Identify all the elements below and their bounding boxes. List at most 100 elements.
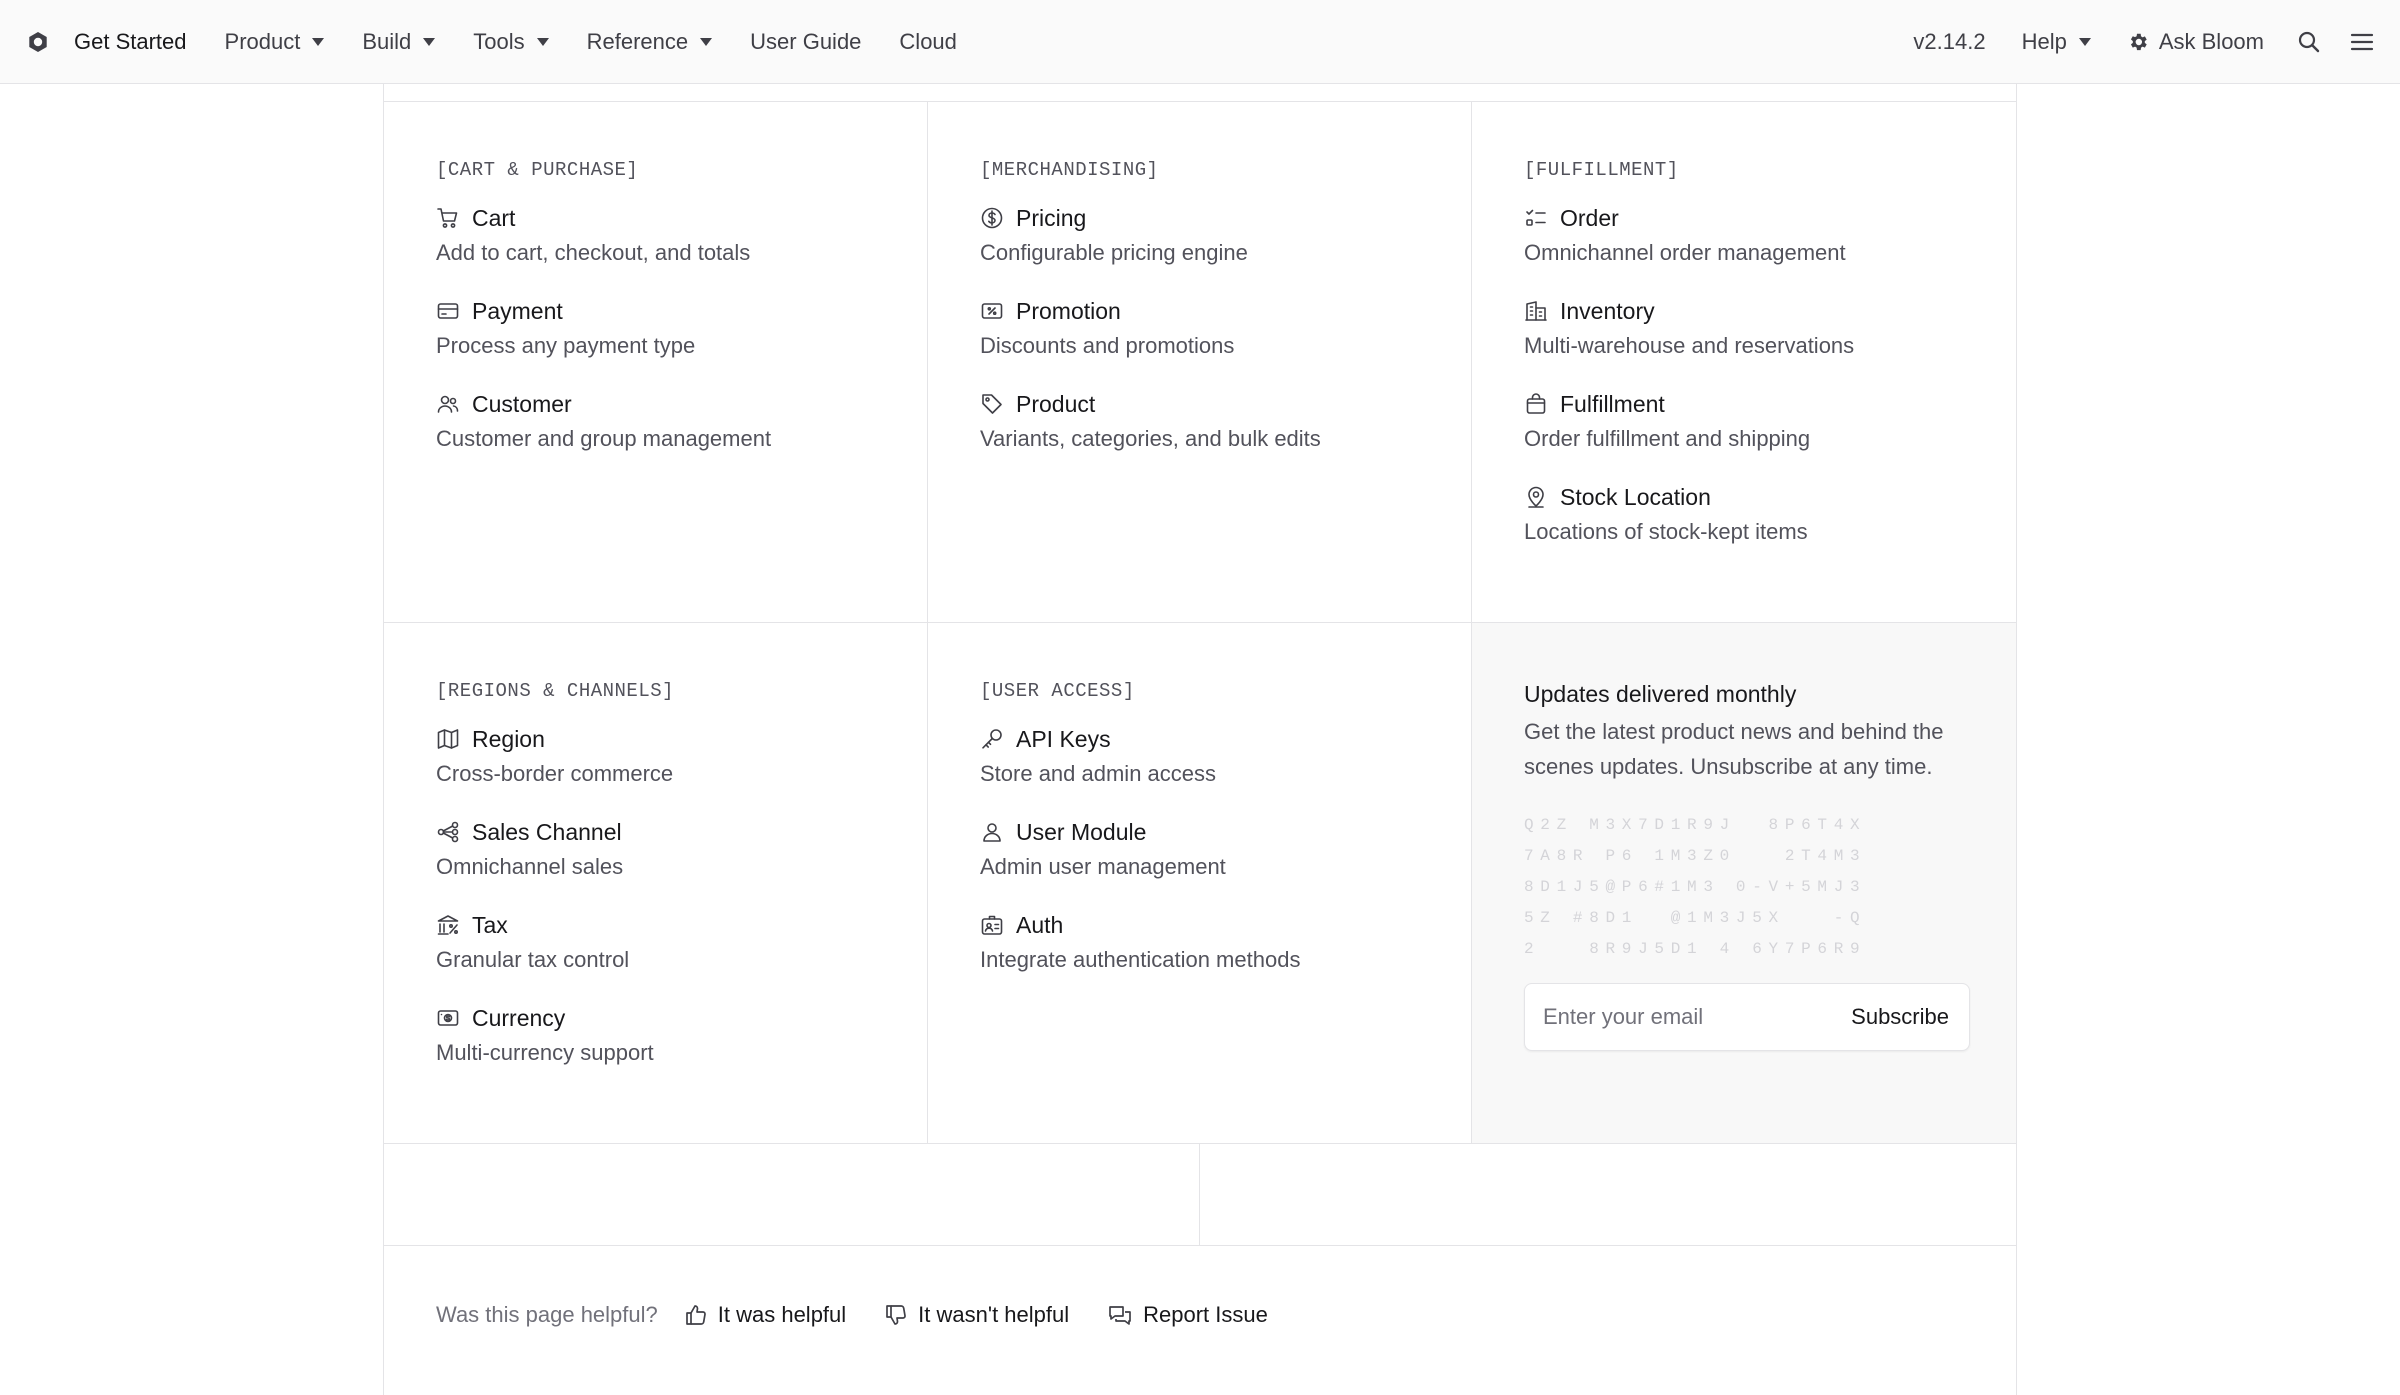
subscribe-button[interactable]: Subscribe — [1831, 984, 1969, 1050]
module-link-tax[interactable]: Tax Granular tax control — [436, 909, 927, 976]
module-title: Product — [1016, 390, 1096, 417]
module-title-row[interactable]: Product — [980, 388, 1471, 420]
thumbs-up-icon — [684, 1303, 708, 1327]
nav-item-tools[interactable]: Tools — [473, 28, 549, 55]
module-link-pricing[interactable]: Pricing Configurable pricing engine — [980, 202, 1471, 269]
module-title-row[interactable]: Cart — [436, 202, 927, 234]
section-fulfillment: [FULFILLMENT] Order Omnichannel order mana… — [1472, 102, 2016, 623]
module-link-stock-location[interactable]: Stock Location Locations of stock-kept it… — [1524, 481, 2016, 548]
help-menu[interactable]: Help — [2022, 29, 2091, 55]
module-title-row[interactable]: User Module — [980, 816, 1471, 848]
module-link-region[interactable]: Region Cross-border commerce — [436, 723, 927, 790]
module-title-row[interactable]: Sales Channel — [436, 816, 927, 848]
helpful-button[interactable]: It was helpful — [684, 1302, 846, 1328]
newsletter-body: Get the latest product news and behind t… — [1524, 719, 1944, 779]
module-title-row[interactable]: Tax — [436, 909, 927, 941]
page-navigation — [384, 1144, 2016, 1246]
thumbs-down-icon — [884, 1303, 908, 1327]
nav-item-user-guide[interactable]: User Guide — [750, 29, 861, 55]
module-description: Cross-border commerce — [436, 761, 674, 786]
not-helpful-button[interactable]: It wasn't helpful — [884, 1302, 1069, 1328]
module-link-api-keys[interactable]: API Keys Store and admin access — [980, 723, 1471, 790]
module-description: Granular tax control — [436, 947, 630, 972]
hamburger-menu-icon[interactable] — [2350, 32, 2374, 52]
caret-down-icon — [2078, 37, 2091, 46]
email-input[interactable] — [1543, 1004, 1832, 1030]
module-link-payment[interactable]: Payment Process any payment type — [436, 295, 927, 362]
section-user-access: [USER ACCESS] API Keys Store and admin acc… — [928, 623, 1472, 1144]
module-description: Omnichannel sales — [436, 854, 624, 879]
module-title-row[interactable]: Promotion — [980, 295, 1471, 327]
help-label: Help — [2021, 28, 2067, 54]
module-title: Customer — [472, 390, 572, 417]
module-title-row[interactable]: Payment — [436, 295, 927, 327]
nav-item-cloud[interactable]: Cloud — [899, 29, 956, 55]
users-icon — [436, 392, 460, 416]
module-title-row[interactable]: Region — [436, 723, 927, 755]
nav-item-get-started[interactable]: Get Started — [74, 29, 187, 55]
module-title-row[interactable]: Pricing — [980, 202, 1471, 234]
module-link-cart[interactable]: Cart Add to cart, checkout, and totals — [436, 202, 927, 269]
module-link-product[interactable]: Product Variants, categories, and bulk ed… — [980, 388, 1471, 455]
nav-item-build[interactable]: Build — [362, 28, 436, 55]
caret-down-icon — [700, 37, 713, 46]
module-link-customer[interactable]: Customer Customer and group management — [436, 388, 927, 455]
module-description: Integrate authentication methods — [980, 947, 1301, 972]
module-title: Order — [1560, 204, 1619, 231]
caret-down-icon — [312, 37, 325, 46]
module-title-row[interactable]: Inventory — [1524, 295, 2016, 327]
nav-item-label: Build — [362, 28, 412, 54]
module-link-sales-channel[interactable]: Sales Channel Omnichannel sales — [436, 816, 927, 883]
module-description: Locations of stock-kept items — [1524, 519, 1808, 544]
logo-icon[interactable] — [26, 30, 50, 54]
module-title-row[interactable]: Customer — [436, 388, 927, 420]
nav-item-label: User Guide — [750, 28, 862, 54]
module-link-currency[interactable]: Currency Multi-currency support — [436, 1002, 927, 1069]
receipt-percent-icon — [980, 299, 1004, 323]
report-issue-button[interactable]: Report Issue — [1107, 1302, 1268, 1328]
module-description: Variants, categories, and bulk edits — [980, 426, 1321, 451]
module-description: Omnichannel order management — [1524, 240, 1846, 265]
module-title-row[interactable]: Currency — [436, 1002, 927, 1034]
section-label: [USER ACCESS] — [980, 680, 1135, 702]
module-title-row[interactable]: Stock Location — [1524, 481, 2016, 513]
module-title: Auth — [1016, 911, 1064, 938]
section-regions-and-channels: [REGIONS & CHANNELS] Region Cross-border c… — [384, 623, 928, 1144]
search-icon[interactable] — [2298, 31, 2320, 53]
newsletter-title: Updates delivered monthly — [1524, 681, 1797, 707]
module-title: API Keys — [1016, 725, 1111, 752]
module-link-promotion[interactable]: Promotion Discounts and promotions — [980, 295, 1471, 362]
nav-item-label: Tools — [473, 28, 525, 54]
module-title: Currency — [472, 1004, 566, 1031]
module-description: Admin user management — [980, 854, 1226, 879]
module-title: Tax — [472, 911, 508, 938]
matrix-row: 7A8R P6 1M3Z0 2T4M3 — [1524, 847, 1867, 865]
checklist-icon — [1524, 206, 1548, 230]
module-description: Multi-warehouse and reservations — [1524, 333, 1855, 358]
nav-item-reference[interactable]: Reference — [587, 29, 713, 55]
module-link-inventory[interactable]: Inventory Multi-warehouse and reservation… — [1524, 295, 2016, 362]
version-selector[interactable]: v2.14.2 — [1913, 29, 1985, 55]
module-title-row[interactable]: Auth — [980, 909, 1471, 941]
module-title: Cart — [472, 204, 516, 231]
chat-bubbles-icon — [1107, 1303, 1133, 1327]
module-title-row[interactable]: Fulfillment — [1524, 388, 2016, 420]
content-frame: [CART & PURCHASE] Cart Add to cart, checko… — [383, 84, 2017, 1395]
module-link-user-module[interactable]: User Module Admin user management — [980, 816, 1471, 883]
nav-item-product[interactable]: Product — [225, 29, 325, 55]
module-link-auth[interactable]: Auth Integrate authentication methods — [980, 909, 1471, 976]
module-link-order[interactable]: Order Omnichannel order management — [1524, 202, 2016, 269]
building-tax-icon — [436, 913, 460, 937]
currency-dollar-icon — [980, 206, 1004, 230]
module-title-row[interactable]: API Keys — [980, 723, 1471, 755]
caret-down-icon — [536, 37, 549, 46]
top-navigation: Get Started Product Build Tools Reference Use… — [0, 0, 2400, 84]
section-merchandising: [MERCHANDISING] Pricing Configurable prici… — [928, 102, 1472, 623]
section-label: [REGIONS & CHANNELS] — [436, 680, 675, 702]
ask-bloom-button[interactable]: Ask Bloom — [2127, 29, 2264, 55]
module-link-fulfillment[interactable]: Fulfillment Order fulfillment and shippin… — [1524, 388, 2016, 455]
module-title: Payment — [472, 297, 563, 324]
module-title-row[interactable]: Order — [1524, 202, 2016, 234]
module-description: Process any payment type — [436, 333, 696, 358]
caret-down-icon — [423, 37, 436, 46]
